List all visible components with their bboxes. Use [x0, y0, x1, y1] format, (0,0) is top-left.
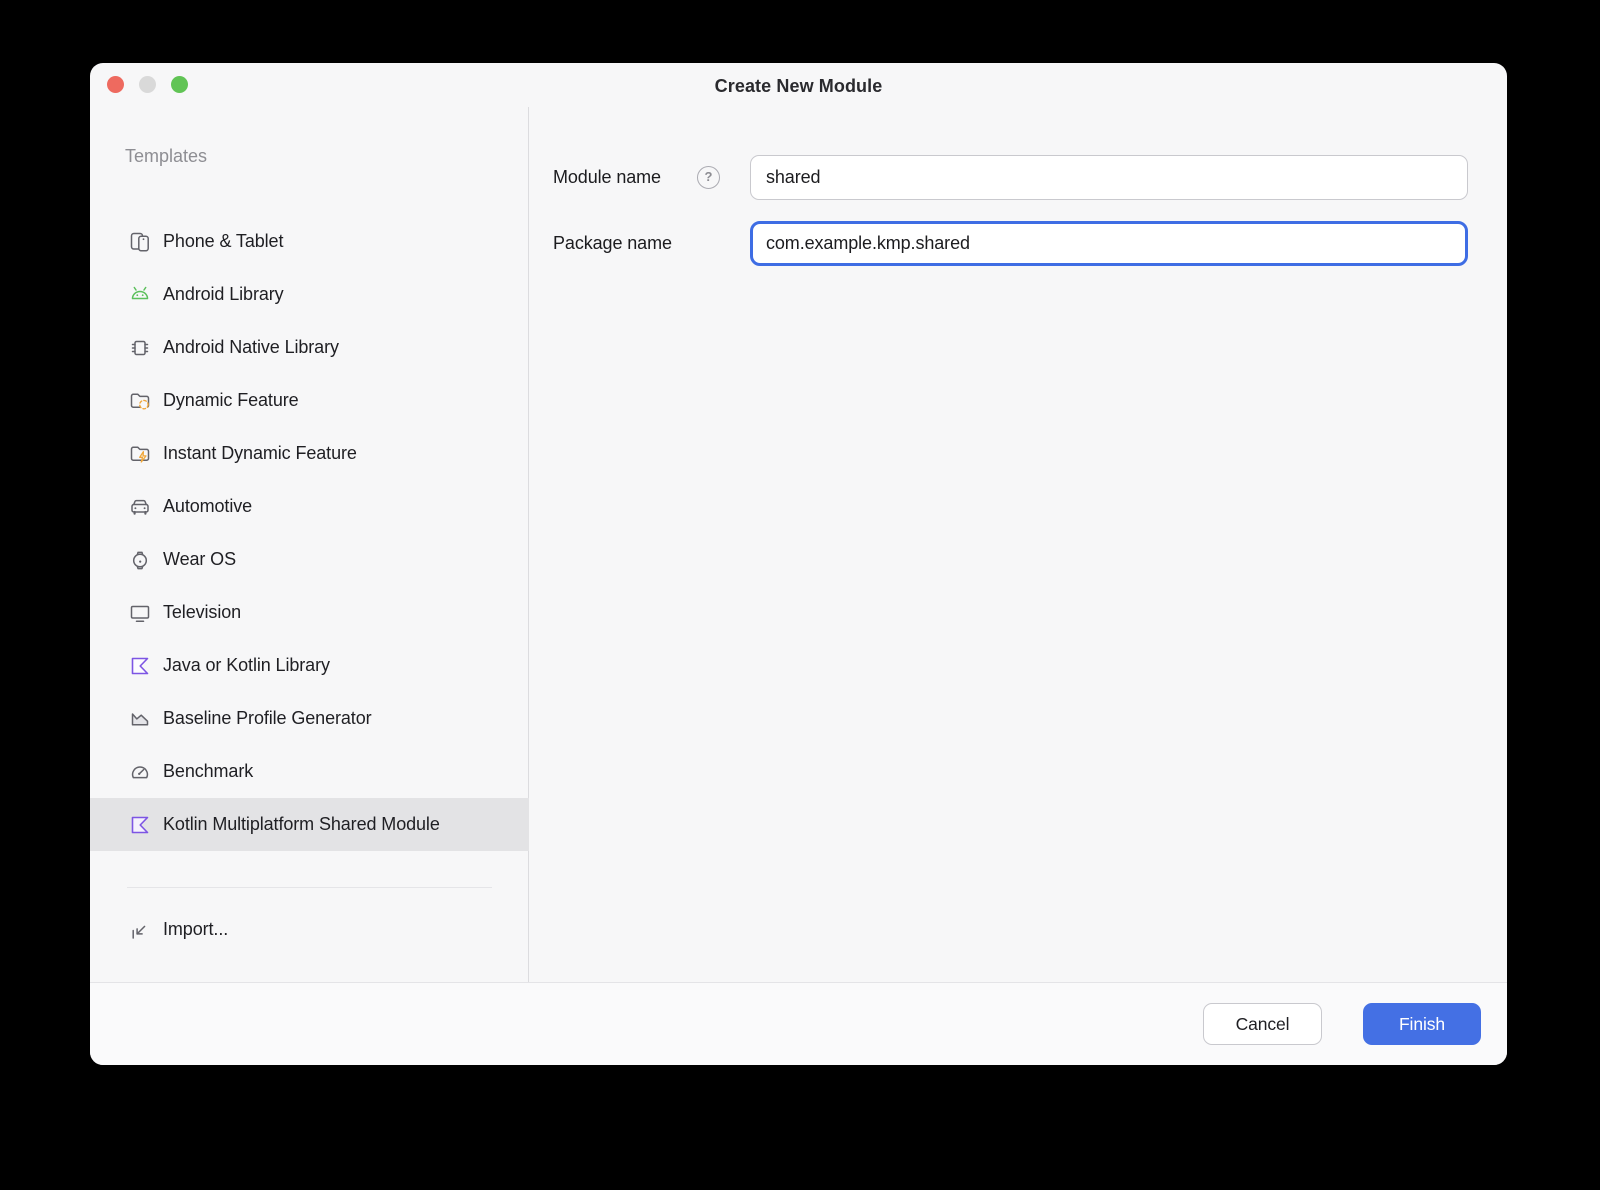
gauge-icon	[128, 760, 152, 784]
template-item-android-native-library[interactable]: Android Native Library	[90, 321, 529, 374]
template-item-dynamic-feature[interactable]: Dynamic Feature	[90, 374, 529, 427]
create-new-module-dialog: Create New Module Templates Phone & Tabl…	[90, 63, 1507, 1065]
template-item-automotive[interactable]: Automotive	[90, 480, 529, 533]
module-form: Module name ? Package name	[530, 107, 1507, 982]
watch-icon	[128, 548, 152, 572]
titlebar: Create New Module	[90, 63, 1507, 107]
templates-sidebar: Templates Phone & Tablet Android Library…	[90, 107, 529, 982]
template-item-baseline-profile-generator[interactable]: Baseline Profile Generator	[90, 692, 529, 745]
template-item-label: Wear OS	[163, 549, 236, 569]
template-item-kotlin-multiplatform-shared-module[interactable]: Kotlin Multiplatform Shared Module	[90, 798, 529, 851]
finish-button[interactable]: Finish	[1363, 1003, 1481, 1045]
template-item-label: Baseline Profile Generator	[163, 708, 372, 728]
template-item-label: Java or Kotlin Library	[163, 655, 330, 675]
import-label: Import...	[163, 919, 229, 939]
kotlin-icon	[128, 654, 152, 678]
template-item-instant-dynamic-feature[interactable]: Instant Dynamic Feature	[90, 427, 529, 480]
template-item-television[interactable]: Television	[90, 586, 529, 639]
help-icon[interactable]: ?	[697, 166, 720, 189]
template-item-phone-tablet[interactable]: Phone & Tablet	[90, 215, 529, 268]
folder-dashed-circle-icon	[128, 389, 152, 413]
sidebar-divider	[127, 887, 492, 888]
template-item-wear-os[interactable]: Wear OS	[90, 533, 529, 586]
cancel-button[interactable]: Cancel	[1203, 1003, 1322, 1045]
template-item-label: Automotive	[163, 496, 253, 516]
module-name-label: Module name	[553, 167, 661, 187]
import-icon	[128, 918, 152, 942]
phone-tablet-icon	[128, 230, 152, 254]
template-item-label: Phone & Tablet	[163, 231, 284, 251]
import-button[interactable]: Import...	[90, 903, 529, 956]
package-name-label: Package name	[553, 233, 672, 253]
dialog-title: Create New Module	[714, 76, 883, 96]
template-item-android-library[interactable]: Android Library	[90, 268, 529, 321]
templates-heading: Templates	[125, 146, 208, 166]
area-chart-icon	[128, 707, 152, 731]
template-item-label: Benchmark	[163, 761, 254, 781]
package-name-input[interactable]	[750, 221, 1468, 266]
template-item-label: Android Library	[163, 284, 284, 304]
module-name-input[interactable]	[750, 155, 1468, 200]
android-icon	[128, 283, 152, 307]
template-item-label: Television	[163, 602, 242, 622]
template-item-label: Kotlin Multiplatform Shared Module	[163, 814, 440, 834]
template-item-label: Instant Dynamic Feature	[163, 443, 357, 463]
tv-icon	[128, 601, 152, 625]
kotlin-icon	[128, 813, 152, 837]
template-item-label: Android Native Library	[163, 337, 339, 357]
car-icon	[128, 495, 152, 519]
dialog-footer: Cancel Finish	[90, 982, 1507, 1065]
template-item-label: Dynamic Feature	[163, 390, 299, 410]
template-list: Phone & Tablet Android Library Android N…	[90, 215, 529, 851]
folder-lightning-icon	[128, 442, 152, 466]
template-item-java-kotlin-library[interactable]: Java or Kotlin Library	[90, 639, 529, 692]
chip-icon	[128, 336, 152, 360]
template-item-benchmark[interactable]: Benchmark	[90, 745, 529, 798]
